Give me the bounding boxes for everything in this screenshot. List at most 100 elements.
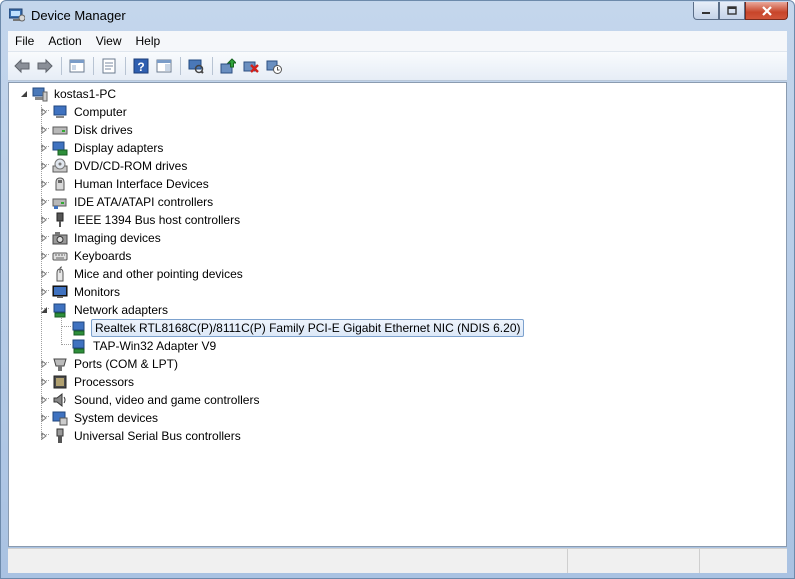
tree-item-usb[interactable]: Universal Serial Bus controllers	[39, 427, 243, 445]
tree-item-label: Mice and other pointing devices	[74, 267, 243, 281]
show-hide-tree-icon[interactable]	[66, 55, 88, 77]
properties-icon[interactable]	[98, 55, 120, 77]
tree-item-dvd-drives[interactable]: DVD/CD-ROM drives	[39, 157, 189, 175]
window-title: Device Manager	[31, 8, 126, 23]
sound-icon	[52, 392, 68, 408]
tree-item-system-devices[interactable]: System devices	[39, 409, 160, 427]
expand-arrow-icon[interactable]	[39, 180, 48, 189]
tree-item-label: Sound, video and game controllers	[74, 393, 260, 407]
tree-item-ide-controllers[interactable]: IDE ATA/ATAPI controllers	[39, 193, 215, 211]
network-adapter-icon	[52, 302, 68, 318]
menu-view[interactable]: View	[89, 31, 129, 51]
tree-item-mice[interactable]: Mice and other pointing devices	[39, 265, 245, 283]
menu-bar: File Action View Help	[8, 31, 787, 52]
imaging-device-icon	[52, 230, 68, 246]
ide-controller-icon	[52, 194, 68, 210]
status-bar	[8, 548, 787, 573]
disable-device-icon[interactable]	[263, 55, 285, 77]
toolbar: ?	[8, 52, 787, 81]
expand-arrow-icon[interactable]	[39, 414, 48, 423]
tree-item-sound[interactable]: Sound, video and game controllers	[39, 391, 261, 409]
processor-icon	[52, 374, 68, 390]
display-adapter-icon	[52, 140, 68, 156]
tree-item-label: Imaging devices	[74, 231, 161, 245]
tree-item-label: Keyboards	[74, 249, 132, 263]
toolbar-separator	[93, 57, 94, 75]
tree-item-label: Disk drives	[74, 123, 133, 137]
tree-item-label: TAP-Win32 Adapter V9	[93, 339, 217, 353]
tree-item-label: Realtek RTL8168C(P)/8111C(P) Family PCI-…	[91, 319, 525, 337]
menu-file[interactable]: File	[8, 31, 41, 51]
maximize-button[interactable]	[719, 2, 745, 20]
expand-arrow-icon[interactable]	[39, 288, 48, 297]
tree-item-tap-win32[interactable]: TAP-Win32 Adapter V9	[71, 337, 218, 355]
device-tree[interactable]: kostas1-PC Computer Disk drives Display …	[8, 82, 787, 547]
tree-root-label: kostas1-PC	[54, 87, 117, 101]
tree-root[interactable]: kostas1-PC	[19, 85, 118, 103]
status-pane-tertiary	[700, 549, 787, 573]
status-pane-secondary	[568, 549, 700, 573]
forward-arrow-icon[interactable]	[34, 55, 56, 77]
tree-item-network-adapters[interactable]: Network adapters	[39, 301, 170, 319]
tree-item-disk-drives[interactable]: Disk drives	[39, 121, 135, 139]
expand-arrow-icon[interactable]	[39, 144, 48, 153]
expand-arrow-icon[interactable]	[39, 108, 48, 117]
tree-item-label: Universal Serial Bus controllers	[74, 429, 241, 443]
collapse-arrow-icon[interactable]	[39, 306, 48, 315]
minimize-button[interactable]	[693, 2, 719, 20]
network-adapter-icon	[71, 320, 87, 336]
scan-hardware-icon[interactable]	[185, 55, 207, 77]
help-icon[interactable]: ?	[130, 55, 152, 77]
menu-action[interactable]: Action	[41, 31, 88, 51]
tree-item-ports[interactable]: Ports (COM & LPT)	[39, 355, 180, 373]
tree-item-label: Ports (COM & LPT)	[74, 357, 179, 371]
expand-arrow-icon[interactable]	[39, 162, 48, 171]
maximize-icon	[727, 6, 737, 15]
tree-item-label: IDE ATA/ATAPI controllers	[74, 195, 214, 209]
tree-item-label: Network adapters	[74, 303, 169, 317]
expand-arrow-icon[interactable]	[39, 360, 48, 369]
menu-help[interactable]: Help	[129, 31, 168, 51]
port-icon	[52, 356, 68, 372]
tree-item-realtek-nic[interactable]: Realtek RTL8168C(P)/8111C(P) Family PCI-…	[71, 319, 525, 337]
update-driver-icon[interactable]	[217, 55, 239, 77]
computer-pc-icon	[32, 86, 48, 102]
expand-arrow-icon[interactable]	[39, 198, 48, 207]
monitor-icon	[52, 284, 68, 300]
tree-item-label: Processors	[74, 375, 135, 389]
network-adapter-icon	[71, 338, 87, 354]
expand-arrow-icon[interactable]	[39, 270, 48, 279]
expand-arrow-icon[interactable]	[39, 126, 48, 135]
mouse-icon	[52, 266, 68, 282]
title-bar[interactable]: Device Manager	[1, 1, 794, 31]
tree-item-label: Monitors	[74, 285, 121, 299]
tree-item-processors[interactable]: Processors	[39, 373, 136, 391]
toolbar-separator	[125, 57, 126, 75]
tree-item-ieee1394[interactable]: IEEE 1394 Bus host controllers	[39, 211, 242, 229]
expand-arrow-icon[interactable]	[39, 216, 48, 225]
system-device-icon	[52, 410, 68, 426]
expand-arrow-icon[interactable]	[39, 252, 48, 261]
tree-item-monitors[interactable]: Monitors	[39, 283, 122, 301]
expand-arrow-icon[interactable]	[39, 234, 48, 243]
minimize-icon	[702, 11, 710, 14]
dvd-drive-icon	[52, 158, 68, 174]
tree-item-imaging[interactable]: Imaging devices	[39, 229, 163, 247]
expand-arrow-icon[interactable]	[39, 378, 48, 387]
device-manager-icon	[8, 8, 26, 22]
tree-item-computer[interactable]: Computer	[39, 103, 129, 121]
collapse-arrow-icon[interactable]	[19, 90, 28, 99]
expand-arrow-icon[interactable]	[39, 396, 48, 405]
close-button[interactable]	[745, 2, 788, 20]
action-pane-icon[interactable]	[153, 55, 175, 77]
expand-arrow-icon[interactable]	[39, 432, 48, 441]
tree-item-hid[interactable]: Human Interface Devices	[39, 175, 211, 193]
tree-item-label: IEEE 1394 Bus host controllers	[74, 213, 241, 227]
tree-item-keyboards[interactable]: Keyboards	[39, 247, 133, 265]
disk-drive-icon	[52, 122, 68, 138]
tree-item-display-adapters[interactable]: Display adapters	[39, 139, 165, 157]
toolbar-separator	[61, 57, 62, 75]
uninstall-icon[interactable]	[240, 55, 262, 77]
firewire-icon	[52, 212, 68, 228]
back-arrow-icon[interactable]	[11, 55, 33, 77]
